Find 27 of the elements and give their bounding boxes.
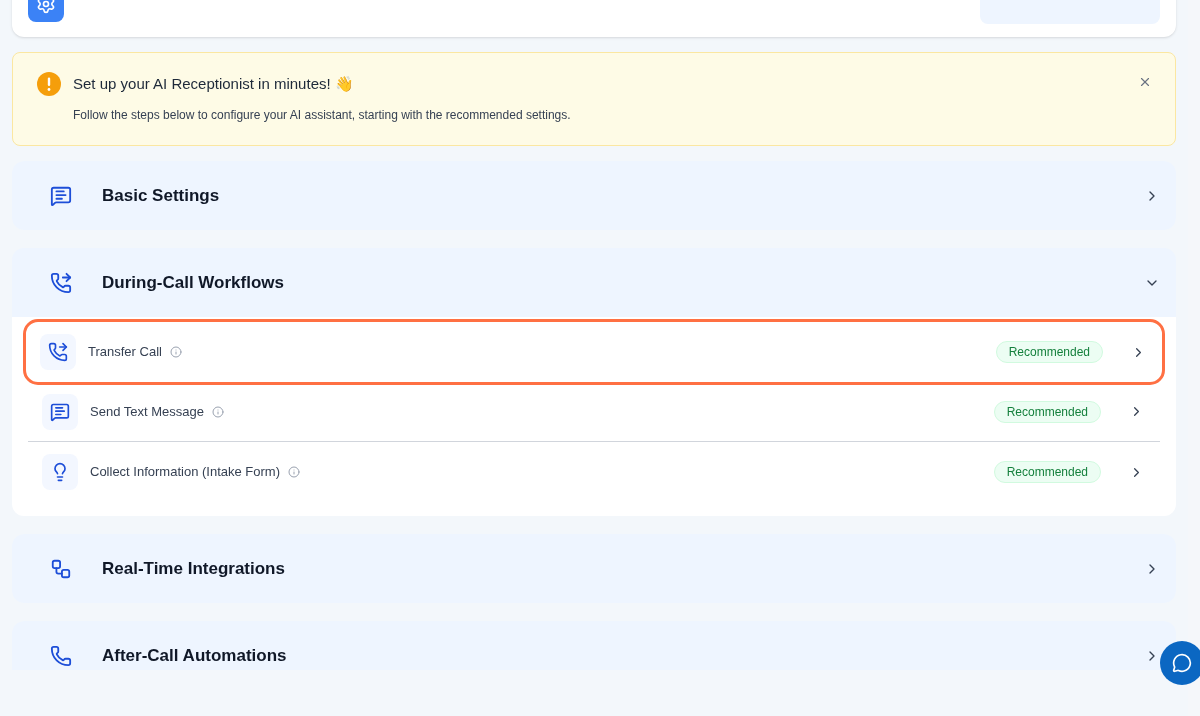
info-icon <box>169 346 182 358</box>
phone-icon <box>50 644 72 667</box>
workflow-label: Collect Information (Intake Form) <box>90 463 280 482</box>
recommended-badge: Recommended <box>993 400 1101 423</box>
workflow-label: Transfer Call <box>88 343 162 362</box>
chat-icon <box>1172 653 1192 673</box>
info-icon <box>211 405 224 418</box>
close-icon <box>1138 75 1152 89</box>
info-icon <box>288 466 300 478</box>
alert-title: Set up your AI Receptionist in minutes! 👋 <box>73 74 355 94</box>
alert-message: Follow the steps below to configure your AI assistant, starting with the recommended settings. <box>73 107 572 124</box>
workflow-row[interactable]: Send Text Message Recommended <box>28 382 1160 442</box>
recommended-badge: Recommended <box>995 341 1103 363</box>
workflow-row[interactable]: Collect Information (Intake Form) Recommended <box>28 442 1160 502</box>
warning-icon <box>37 72 61 96</box>
workflow-row[interactable]: Transfer Call Recommended <box>26 322 1162 382</box>
phone-arrow-icon <box>50 271 72 294</box>
section-header[interactable]: Basic Settings <box>12 161 1176 230</box>
message-icon <box>50 184 72 207</box>
message-icon <box>50 401 70 422</box>
workflow-label: Send Text Message <box>90 402 204 421</box>
section-header[interactable]: Real-Time Integrations <box>12 534 1176 603</box>
section-header[interactable]: After-Call Automations <box>12 621 1176 670</box>
chat-launcher[interactable] <box>1160 641 1200 685</box>
recommended-badge: Recommended <box>993 461 1101 483</box>
phone-arrow-icon <box>48 342 68 362</box>
section-header[interactable]: During-Call Workflows <box>12 248 1176 317</box>
